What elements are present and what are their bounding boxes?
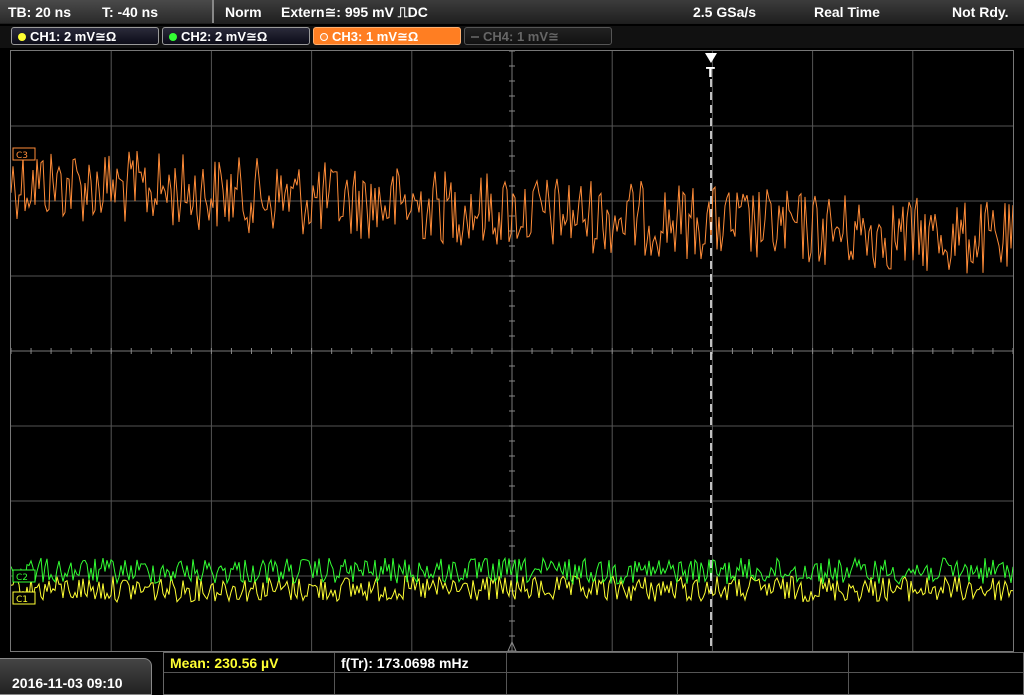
channel-4-label: CH4: 1 mV≅ <box>483 29 559 44</box>
channel-1-button[interactable]: CH1: 2 mV≅Ω <box>11 27 159 45</box>
trigger-source[interactable]: Extern≅: 995 mV ⎍DC <box>281 4 428 21</box>
ch2-marker: C2 <box>12 569 36 583</box>
status-bar: TB: 20 ns T: -40 ns Norm Extern≅: 995 mV… <box>0 0 1024 24</box>
trigger-time-readout[interactable]: T: -40 ns <box>102 4 158 20</box>
channel-1-label: CH1: 2 mV≅Ω <box>30 29 117 44</box>
waveform-canvas: C3 C2 C1 T <box>11 51 1013 651</box>
sample-rate: 2.5 GSa/s <box>693 4 757 20</box>
trigger-arrow-icon <box>705 53 717 63</box>
measurement-panel[interactable]: Mean: 230.56 µV f(Tr): 173.0698 mHz <box>163 652 1024 695</box>
timebase-readout[interactable]: TB: 20 ns <box>8 4 71 20</box>
trigger-mode[interactable]: Norm <box>225 4 262 20</box>
acquisition-state: Not Rdy. <box>952 4 1009 20</box>
timebase-box[interactable]: TB: 20 ns T: -40 ns <box>0 0 214 23</box>
channel-2-button[interactable]: CH2: 2 mV≅Ω <box>162 27 310 45</box>
channel-2-label: CH2: 2 mV≅Ω <box>181 29 268 44</box>
ch1-indicator-icon <box>18 33 26 41</box>
channel-4-button[interactable]: CH4: 1 mV≅ <box>464 27 612 45</box>
datetime-box: 2016-11-03 09:10 <box>0 658 152 695</box>
trigger-label: T <box>706 66 715 81</box>
ch1-marker-label: C1 <box>16 595 28 605</box>
ch4-indicator-icon <box>471 36 479 38</box>
ch1-marker: C1 <box>12 591 36 605</box>
channel-bar: CH1: 2 mV≅Ω CH2: 2 mV≅Ω CH3: 1 mV≅Ω CH4:… <box>0 26 1024 48</box>
ch3-marker: C3 <box>12 147 36 161</box>
ch2-marker-label: C2 <box>16 573 28 583</box>
acquisition-mode: Real Time <box>814 4 880 20</box>
waveform-display[interactable]: C3 C2 C1 T <box>10 50 1014 652</box>
ch3-marker-label: C3 <box>16 151 28 161</box>
bottom-bar: 2016-11-03 09:10 Mean: 230.56 µV f(Tr): … <box>0 652 1024 695</box>
ch2-indicator-icon <box>169 33 177 41</box>
graticule-grid <box>11 51 1013 651</box>
channel-3-label: CH3: 1 mV≅Ω <box>332 29 419 44</box>
channel-3-button[interactable]: CH3: 1 mV≅Ω <box>313 27 461 45</box>
measurement-mean[interactable]: Mean: 230.56 µV <box>170 655 278 671</box>
datetime: 2016-11-03 09:10 <box>12 675 123 691</box>
channel-markers: C3 C2 C1 T <box>12 66 715 605</box>
ch3-indicator-icon <box>320 33 328 41</box>
measurement-frequency[interactable]: f(Tr): 173.0698 mHz <box>341 655 469 671</box>
